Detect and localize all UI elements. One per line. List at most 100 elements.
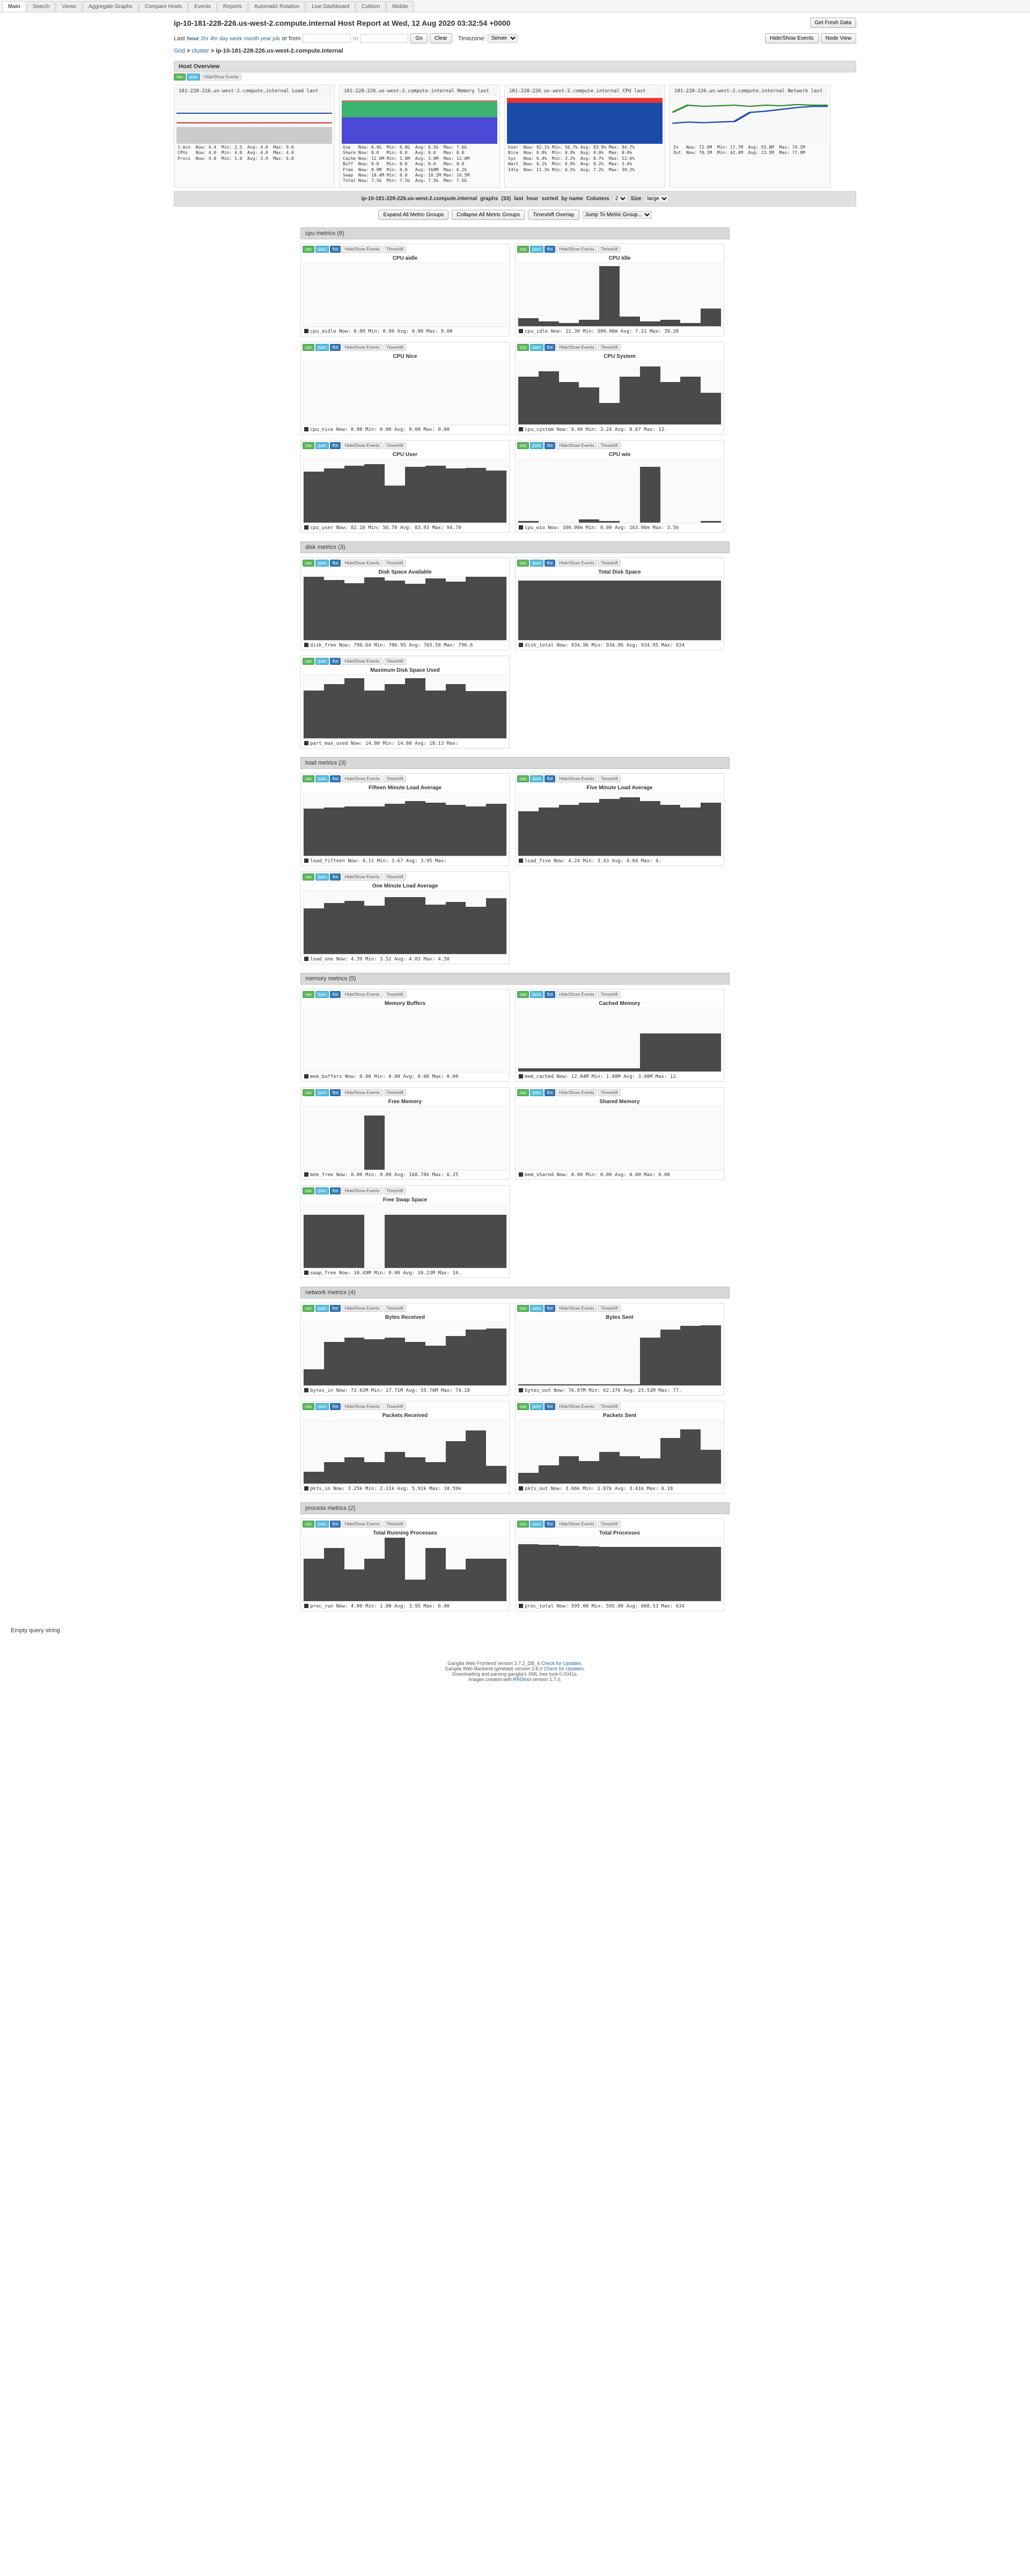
csv-button[interactable]: csv (517, 560, 529, 567)
timeshift-button[interactable]: Timeshift (598, 442, 621, 449)
nav-tab-reports[interactable]: Reports (217, 1, 248, 12)
timeshift-button[interactable]: Timeshift (384, 1521, 406, 1528)
csv-button[interactable]: csv (303, 775, 314, 782)
hide-events-button[interactable]: Hide/Show Events (556, 991, 597, 998)
flot-button[interactable]: flot (545, 1305, 556, 1312)
json-button[interactable]: json (315, 1521, 329, 1528)
timeshift-button[interactable]: Timeshift (384, 991, 406, 998)
flot-button[interactable]: flot (330, 1305, 341, 1312)
timeshift-button[interactable]: Timeshift (598, 1305, 621, 1312)
hide-events-button[interactable]: Hide/Show Events (342, 775, 382, 782)
chart-area[interactable] (303, 674, 507, 739)
json-button[interactable]: json (315, 775, 329, 782)
nav-tab-mobile[interactable]: Mobile (386, 1, 414, 12)
csv-button[interactable]: csv (517, 246, 529, 253)
flot-button[interactable]: flot (545, 1403, 556, 1410)
flot-button[interactable]: flot (545, 344, 556, 351)
nav-tab-views[interactable]: Views (56, 1, 82, 12)
flot-button[interactable]: flot (545, 1521, 556, 1528)
json-button[interactable]: json (530, 1403, 543, 1410)
chart-area[interactable] (518, 1322, 722, 1386)
hide-events-button[interactable]: Hide/Show Events (342, 991, 382, 998)
timeshift-button[interactable]: Timeshift (384, 1089, 406, 1096)
chart-area[interactable] (303, 1106, 507, 1170)
overview-graph-area[interactable] (176, 96, 332, 144)
group-header[interactable]: network metrics (4) (300, 1287, 730, 1298)
json-button[interactable]: json (187, 74, 200, 80)
hide-events-button[interactable]: Hide/Show Events (556, 344, 597, 351)
overview-graph-area[interactable] (342, 96, 497, 144)
hide-events-button[interactable]: Hide/Show Events (342, 874, 382, 880)
hide-events-button[interactable]: Hide/Show Events (201, 74, 241, 80)
timeshift-button[interactable]: Timeshift (384, 246, 406, 253)
collapse-all-button[interactable]: Collapse All Metric Groups (452, 210, 525, 220)
clear-button[interactable]: Clear (430, 33, 452, 43)
json-button[interactable]: json (530, 1305, 543, 1312)
nav-tab-live-dashboard[interactable]: Live Dashboard (306, 1, 355, 12)
hide-events-button[interactable]: Hide/Show Events (556, 246, 597, 253)
timeshift-button[interactable]: Timeshift (384, 1187, 406, 1194)
csv-button[interactable]: csv (303, 658, 314, 665)
json-button[interactable]: json (530, 1521, 543, 1528)
csv-button[interactable]: csv (517, 775, 529, 782)
json-button[interactable]: json (530, 560, 543, 567)
csv-button[interactable]: csv (517, 1521, 529, 1528)
time-link-day[interactable]: day (219, 36, 228, 42)
chart-area[interactable] (303, 792, 507, 856)
hide-events-button[interactable]: Hide/Show Events (342, 1089, 382, 1096)
timeshift-button[interactable]: Timeshift (384, 658, 406, 665)
timeshift-button[interactable]: Timeshift (384, 560, 406, 567)
json-button[interactable]: json (530, 775, 543, 782)
breadcrumb-grid[interactable]: Grid (174, 48, 185, 54)
timeshift-button[interactable]: Timeshift (384, 1305, 406, 1312)
group-header[interactable]: memory metrics (5) (300, 973, 730, 985)
hide-events-button[interactable]: Hide/Show Events (556, 560, 597, 567)
nav-tab-compare-hosts[interactable]: Compare Hosts (139, 1, 188, 12)
csv-button[interactable]: csv (303, 1521, 314, 1528)
flot-button[interactable]: flot (330, 1187, 341, 1194)
timeshift-button[interactable]: Timeshift (384, 1403, 406, 1410)
json-button[interactable]: json (315, 874, 329, 880)
timeshift-button[interactable]: Timeshift (384, 775, 406, 782)
flot-button[interactable]: flot (330, 874, 341, 880)
json-button[interactable]: json (315, 1187, 329, 1194)
hide-events-button[interactable]: Hide/Show Events (342, 1187, 382, 1194)
timeshift-button[interactable]: Timeshift (598, 1089, 621, 1096)
chart-area[interactable] (518, 459, 722, 523)
csv-button[interactable]: csv (517, 1403, 529, 1410)
flot-button[interactable]: flot (330, 1521, 341, 1528)
flot-button[interactable]: flot (545, 560, 556, 567)
csv-button[interactable]: csv (517, 344, 529, 351)
chart-area[interactable] (518, 262, 722, 327)
csv-button[interactable]: csv (303, 1403, 314, 1410)
breadcrumb-cluster[interactable]: cluster (192, 48, 209, 54)
csv-button[interactable]: csv (303, 1305, 314, 1312)
csv-button[interactable]: csv (517, 1305, 529, 1312)
chart-area[interactable] (303, 361, 507, 425)
flot-button[interactable]: flot (330, 442, 341, 449)
hide-events-button[interactable]: Hide/Show Events (556, 775, 597, 782)
jump-to-group-select[interactable]: Jump To Metric Group... (583, 211, 652, 219)
hide-events-button[interactable]: Hide/Show Events (556, 1089, 597, 1096)
chart-area[interactable] (518, 1420, 722, 1484)
csv-button[interactable]: csv (303, 560, 314, 567)
json-button[interactable]: json (315, 442, 329, 449)
chart-area[interactable] (518, 792, 722, 856)
csv-button[interactable]: csv (303, 1089, 314, 1096)
csv-button[interactable]: csv (303, 442, 314, 449)
size-select[interactable]: large (645, 195, 669, 203)
json-button[interactable]: json (315, 246, 329, 253)
timeshift-button[interactable]: Timeshift (384, 344, 406, 351)
hide-events-button[interactable]: Hide/Show Events (556, 442, 597, 449)
chart-area[interactable] (518, 1008, 722, 1072)
nav-tab-aggregate-graphs[interactable]: Aggregate Graphs (83, 1, 138, 12)
timeshift-button[interactable]: Timeshift (384, 442, 406, 449)
footer-check-updates-1[interactable]: Check for Updates. (541, 1661, 583, 1666)
go-button[interactable]: Go (410, 33, 427, 43)
csv-button[interactable]: csv (303, 1187, 314, 1194)
timeshift-overlay-button[interactable]: Timeshift Overlay (528, 210, 579, 220)
timeshift-button[interactable]: Timeshift (598, 1521, 621, 1528)
chart-area[interactable] (303, 1322, 507, 1386)
hide-events-button[interactable]: Hide/Show Events (342, 246, 382, 253)
hide-events-button[interactable]: Hide/Show Events (342, 442, 382, 449)
